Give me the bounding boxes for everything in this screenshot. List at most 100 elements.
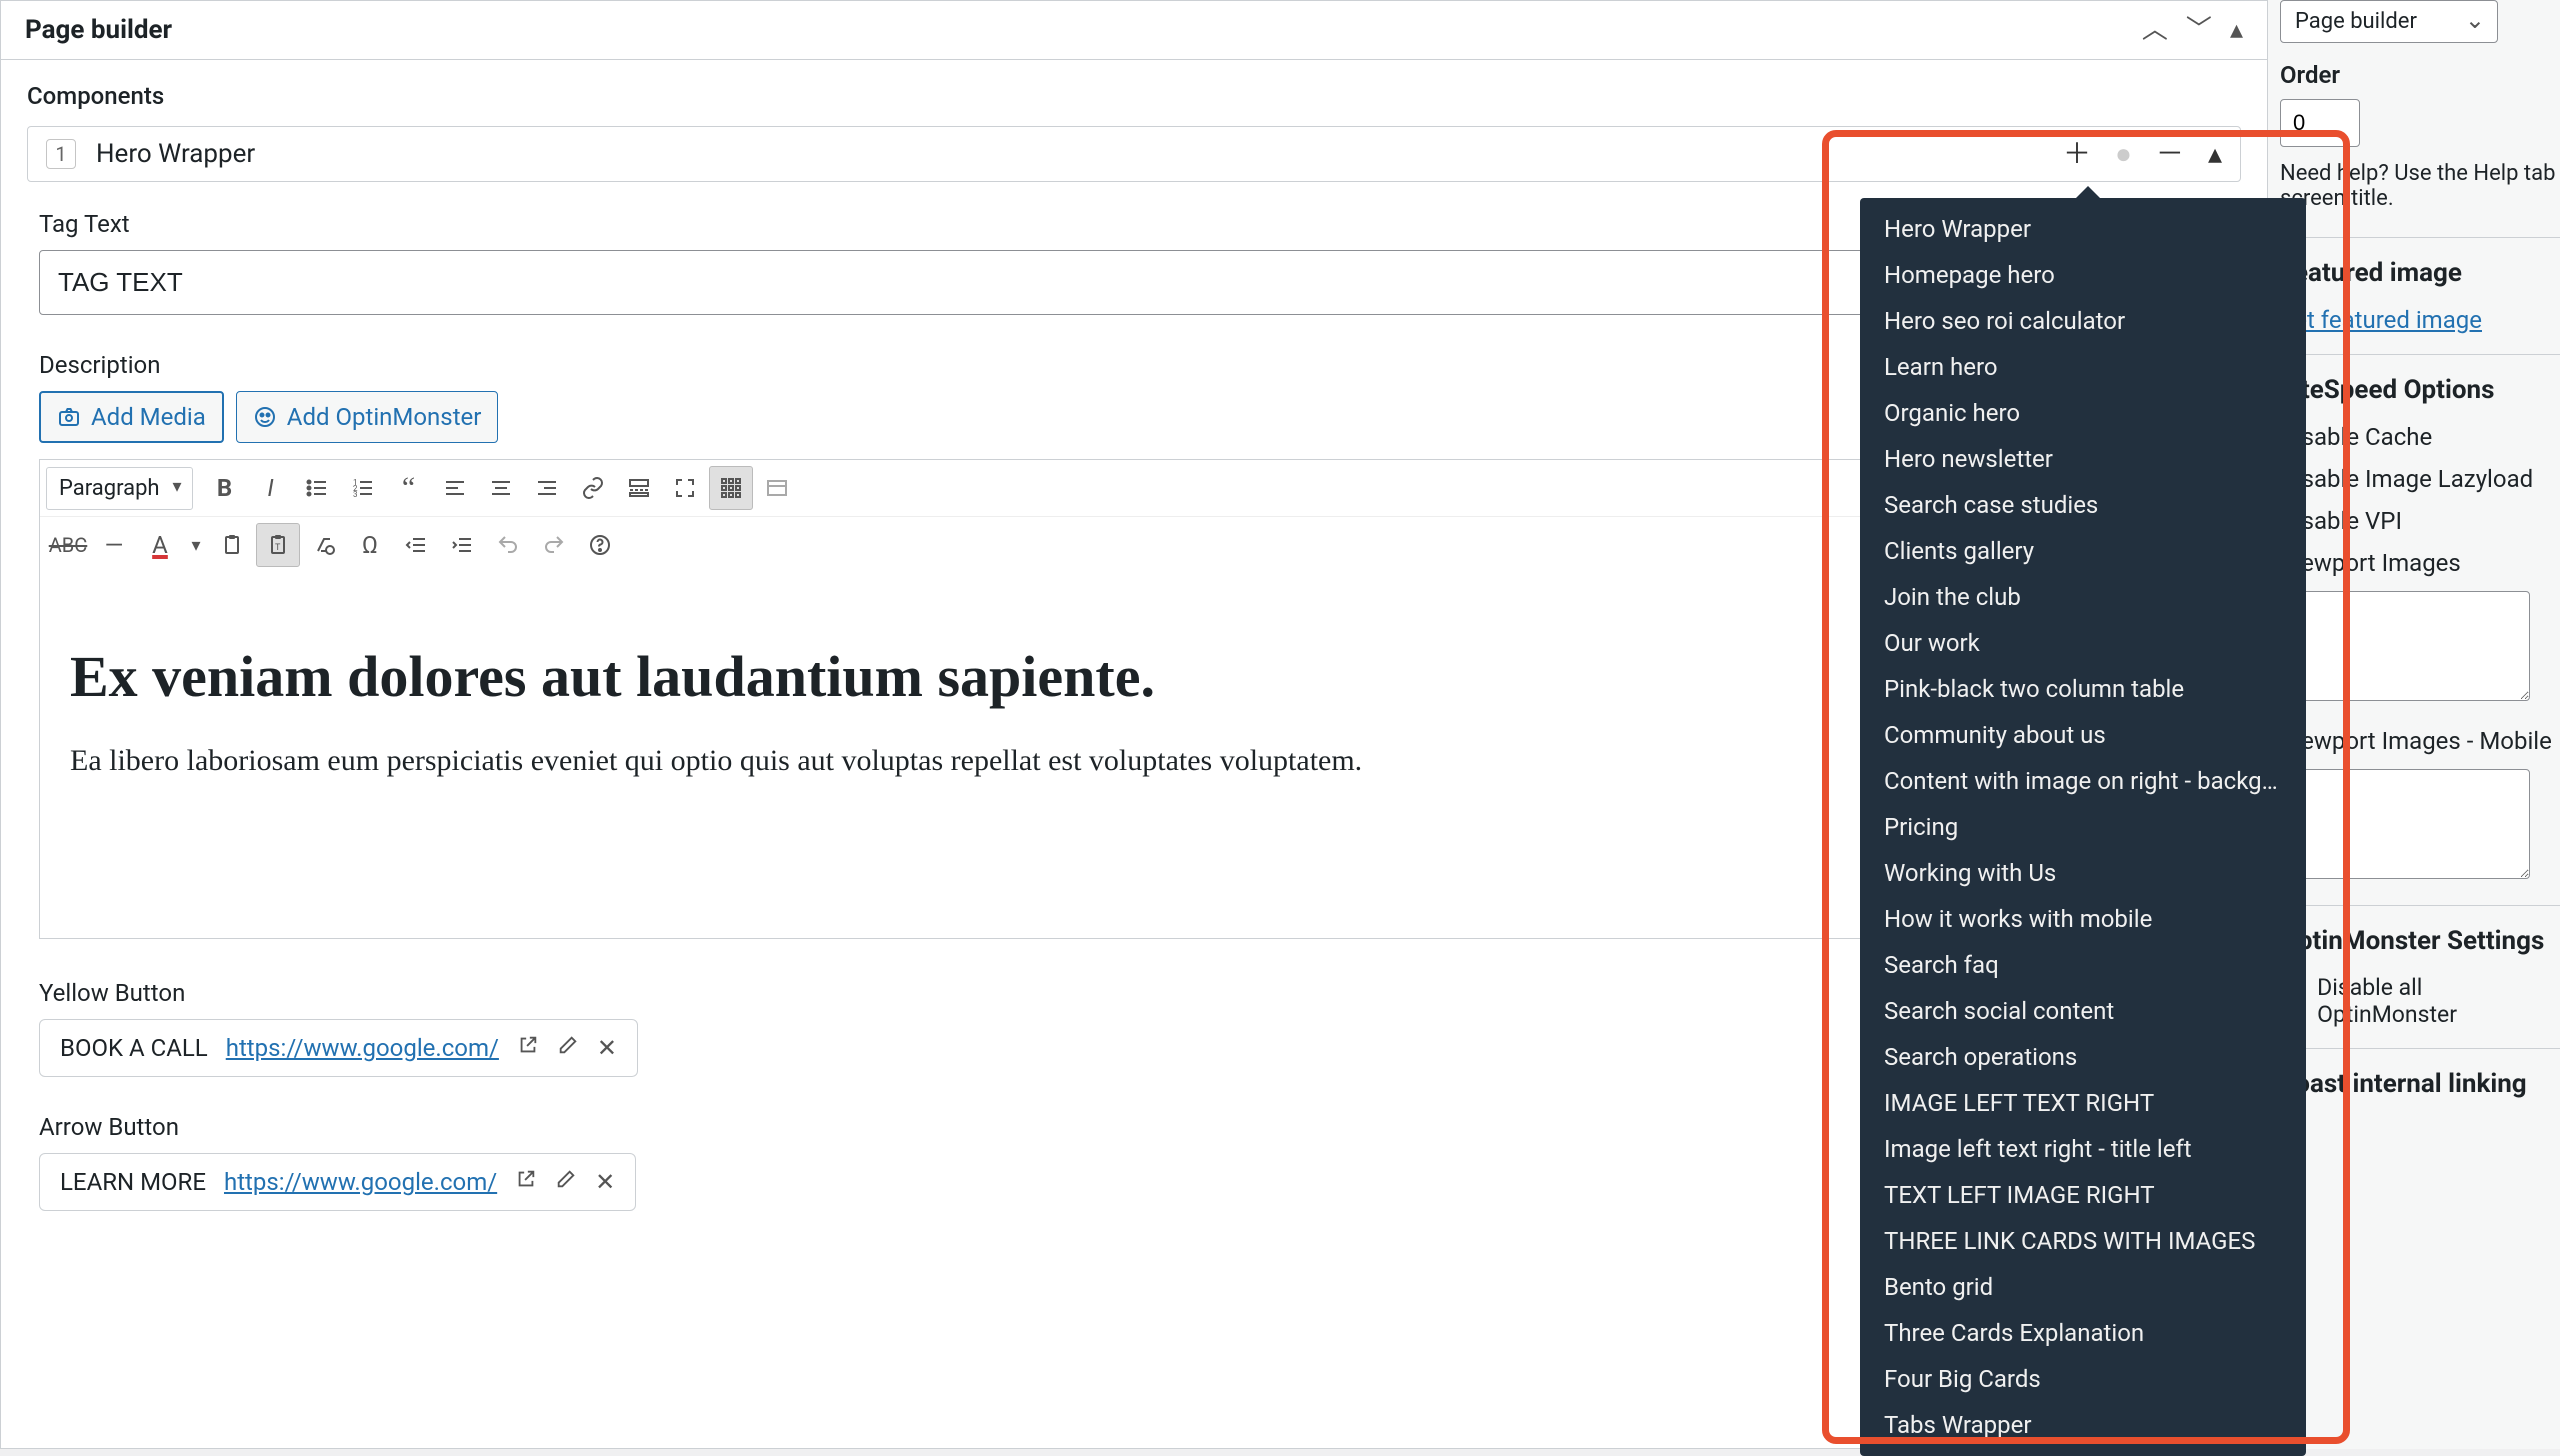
component-menu-item[interactable]: Community about us — [1860, 712, 2306, 758]
component-menu-item[interactable]: Pink-black two column table — [1860, 666, 2306, 712]
component-menu-item[interactable]: Learn hero — [1860, 344, 2306, 390]
collapse-component-icon[interactable]: ▴ — [2208, 140, 2222, 168]
component-menu-item[interactable]: Organic hero — [1860, 390, 2306, 436]
litespeed-opt[interactable]: Disable Cache — [2280, 423, 2560, 451]
bold-button[interactable]: B — [203, 466, 247, 510]
yellow-button-url[interactable]: https://www.google.com/ — [226, 1034, 499, 1062]
litespeed-opt[interactable]: Disable Image Lazyload — [2280, 465, 2560, 493]
add-optin-label: Add OptinMonster — [287, 403, 482, 431]
component-menu-item[interactable]: Search operations — [1860, 1034, 2306, 1080]
component-index: 1 — [46, 139, 76, 169]
duplicate-component-icon[interactable]: ● — [2115, 140, 2132, 168]
help-button[interactable] — [578, 523, 622, 567]
outdent-button[interactable] — [394, 523, 438, 567]
order-label: Order — [2280, 61, 2560, 89]
paste-text-button[interactable] — [210, 523, 254, 567]
set-featured-image-link[interactable]: Set featured image — [2280, 306, 2482, 334]
yellow-button-pill: BOOK A CALL https://www.google.com/ ✕ — [39, 1019, 638, 1077]
arrow-button-url[interactable]: https://www.google.com/ — [224, 1168, 497, 1196]
viewport-mobile-label: Viewport Images - Mobile — [2280, 727, 2560, 755]
bulleted-list-button[interactable] — [295, 466, 339, 510]
numbered-list-button[interactable]: 123 — [341, 466, 385, 510]
camera-icon — [57, 405, 81, 429]
optinmonster-title: OptinMonster Settings — [2280, 926, 2560, 956]
order-input[interactable] — [2280, 99, 2360, 147]
link-button[interactable] — [571, 466, 615, 510]
component-menu-item[interactable]: Three Cards Explanation — [1860, 1310, 2306, 1356]
add-optinmonster-button[interactable]: Add OptinMonster — [236, 391, 499, 443]
add-component-menu[interactable]: Hero WrapperHomepage heroHero seo roi ca… — [1860, 198, 2306, 1456]
insert-readmore-button[interactable] — [617, 466, 661, 510]
component-menu-item[interactable]: Search social content — [1860, 988, 2306, 1034]
caret-up-icon[interactable]: ▴ — [2230, 17, 2243, 43]
panel-controls: ︿ ﹀ ▴ — [2142, 17, 2243, 43]
fullscreen-button[interactable] — [663, 466, 707, 510]
component-menu-item[interactable]: Hero newsletter — [1860, 436, 2306, 482]
edit-link-icon[interactable] — [555, 1168, 577, 1196]
component-menu-item[interactable]: Working with Us — [1860, 850, 2306, 896]
svg-text:3: 3 — [353, 490, 358, 499]
arrow-button-pill: LEARN MORE https://www.google.com/ ✕ — [39, 1153, 636, 1211]
redo-button[interactable] — [532, 523, 576, 567]
yellow-button-text: BOOK A CALL — [60, 1034, 208, 1062]
litespeed-title: LiteSpeed Options — [2280, 375, 2560, 405]
component-menu-item[interactable]: Join the club — [1860, 574, 2306, 620]
component-menu-item[interactable]: Homepage hero — [1860, 252, 2306, 298]
meta-sidebar: Page builder Order Need help? Use the He… — [2268, 0, 2560, 1449]
toolbar-toggle-button[interactable] — [709, 466, 753, 510]
add-media-button[interactable]: Add Media — [39, 391, 224, 443]
component-name: Hero Wrapper — [96, 139, 255, 169]
blockquote-button[interactable]: “ — [387, 466, 431, 510]
component-menu-item[interactable]: IMAGE LEFT TEXT RIGHT — [1860, 1080, 2306, 1126]
component-menu-item[interactable]: Four Big Cards — [1860, 1356, 2306, 1402]
tablepress-button[interactable] — [755, 466, 799, 510]
remove-link-icon[interactable]: ✕ — [595, 1168, 615, 1196]
components-label: Components — [27, 82, 2241, 110]
paste-word-button[interactable]: T — [256, 523, 300, 567]
align-left-button[interactable] — [433, 466, 477, 510]
open-link-icon[interactable] — [517, 1034, 539, 1062]
arrow-button-text: LEARN MORE — [60, 1168, 206, 1196]
special-char-button[interactable]: Ω — [348, 523, 392, 567]
component-menu-item[interactable]: THREE LINK CARDS WITH IMAGES — [1860, 1218, 2306, 1264]
undo-button[interactable] — [486, 523, 530, 567]
optin-icon — [253, 405, 277, 429]
paragraph-select[interactable]: Paragraph — [46, 467, 193, 510]
remove-component-icon[interactable]: － — [2156, 140, 2184, 168]
component-menu-item[interactable]: Clients gallery — [1860, 528, 2306, 574]
clear-formatting-button[interactable] — [302, 523, 346, 567]
component-menu-item[interactable]: Hero seo roi calculator — [1860, 298, 2306, 344]
component-menu-item[interactable]: Image left text right - title left — [1860, 1126, 2306, 1172]
text-color-button[interactable]: A — [138, 523, 182, 567]
component-menu-item[interactable]: Our work — [1860, 620, 2306, 666]
edit-link-icon[interactable] — [557, 1034, 579, 1062]
component-menu-item[interactable]: TEXT LEFT IMAGE RIGHT — [1860, 1172, 2306, 1218]
litespeed-opt[interactable]: Disable VPI — [2280, 507, 2560, 535]
horizontal-rule-button[interactable]: — — [92, 523, 136, 567]
component-row[interactable]: 1 Hero Wrapper ＋ ● － ▴ — [27, 126, 2241, 182]
featured-image-title: Featured image — [2280, 258, 2560, 288]
component-menu-item[interactable]: Tabs Wrapper — [1860, 1402, 2306, 1448]
align-right-button[interactable] — [525, 466, 569, 510]
viewport-images-textarea[interactable] — [2280, 591, 2530, 701]
component-menu-item[interactable]: Hero Wrapper — [1860, 206, 2306, 252]
strikethrough-button[interactable]: ABC — [46, 523, 90, 567]
component-menu-item[interactable]: Content with image on right - background… — [1860, 758, 2306, 804]
chevron-down-icon[interactable]: ﹀ — [2186, 17, 2212, 43]
component-menu-item[interactable]: How it works with mobile — [1860, 896, 2306, 942]
open-link-icon[interactable] — [515, 1168, 537, 1196]
viewport-images-mobile-textarea[interactable] — [2280, 769, 2530, 879]
add-component-icon[interactable]: ＋ — [2063, 140, 2091, 168]
align-center-button[interactable] — [479, 466, 523, 510]
indent-button[interactable] — [440, 523, 484, 567]
litespeed-opt: Viewport Images — [2280, 549, 2560, 577]
component-menu-item[interactable]: Search case studies — [1860, 482, 2306, 528]
component-menu-item[interactable]: Bento grid — [1860, 1264, 2306, 1310]
remove-link-icon[interactable]: ✕ — [597, 1034, 617, 1062]
component-menu-item[interactable]: Pricing — [1860, 804, 2306, 850]
italic-button[interactable]: I — [249, 466, 293, 510]
chevron-up-icon[interactable]: ︿ — [2142, 17, 2168, 43]
layout-dropdown[interactable]: Page builder — [2280, 0, 2498, 43]
text-color-caret-icon[interactable]: ▾ — [184, 523, 208, 567]
component-menu-item[interactable]: Search faq — [1860, 942, 2306, 988]
